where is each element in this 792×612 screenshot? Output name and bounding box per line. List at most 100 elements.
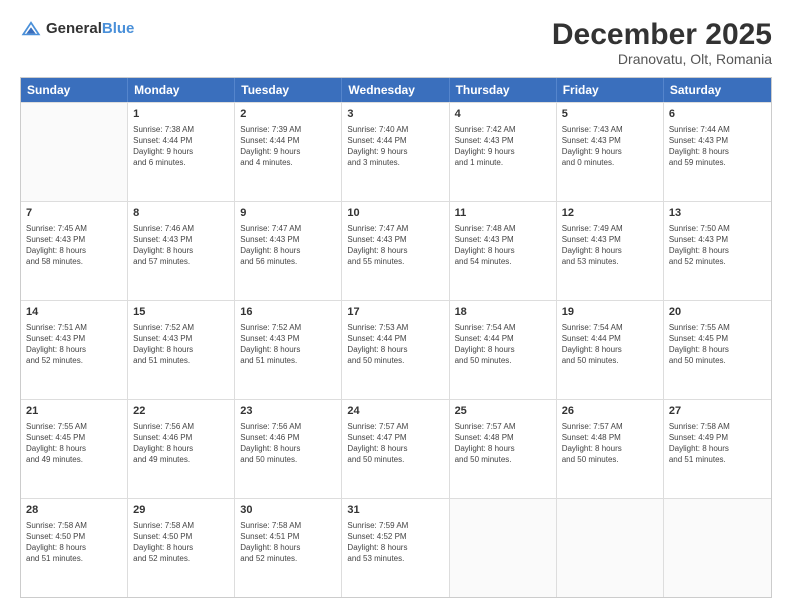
- calendar-cell: 10 Sunrise: 7:47 AM Sunset: 4:43 PM Dayli…: [342, 202, 449, 300]
- calendar-cell: 1 Sunrise: 7:38 AM Sunset: 4:44 PM Daylig…: [128, 103, 235, 201]
- logo-icon: [20, 18, 42, 40]
- cell-info: Sunrise: 7:58 AM Sunset: 4:50 PM Dayligh…: [26, 520, 122, 565]
- calendar-cell: 13 Sunrise: 7:50 AM Sunset: 4:43 PM Dayli…: [664, 202, 771, 300]
- cell-info: Sunrise: 7:58 AM Sunset: 4:51 PM Dayligh…: [240, 520, 336, 565]
- calendar-cell: 19 Sunrise: 7:54 AM Sunset: 4:44 PM Dayli…: [557, 301, 664, 399]
- day-number: 30: [240, 503, 336, 518]
- cell-info: Sunrise: 7:51 AM Sunset: 4:43 PM Dayligh…: [26, 322, 122, 367]
- title-block: December 2025 Dranovatu, Olt, Romania: [552, 18, 772, 67]
- header: General Blue December 2025 Dranovatu, Ol…: [20, 18, 772, 67]
- calendar-cell: 20 Sunrise: 7:55 AM Sunset: 4:45 PM Dayli…: [664, 301, 771, 399]
- day-number: 3: [347, 107, 443, 122]
- cell-info: Sunrise: 7:52 AM Sunset: 4:43 PM Dayligh…: [133, 322, 229, 367]
- calendar-row: 1 Sunrise: 7:38 AM Sunset: 4:44 PM Daylig…: [21, 102, 771, 201]
- calendar-cell: 27Sunrise: 7:58 AM Sunset: 4:49 PM Dayli…: [664, 400, 771, 498]
- cell-info: Sunrise: 7:58 AM Sunset: 4:50 PM Dayligh…: [133, 520, 229, 565]
- day-number: 29: [133, 503, 229, 518]
- calendar-cell: 14 Sunrise: 7:51 AM Sunset: 4:43 PM Dayli…: [21, 301, 128, 399]
- calendar-cell: 15 Sunrise: 7:52 AM Sunset: 4:43 PM Dayli…: [128, 301, 235, 399]
- day-number: 15: [133, 305, 229, 320]
- calendar-cell: 29 Sunrise: 7:58 AM Sunset: 4:50 PM Dayli…: [128, 499, 235, 597]
- cell-info: Sunrise: 7:59 AM Sunset: 4:52 PM Dayligh…: [347, 520, 443, 565]
- weekday-header: Saturday: [664, 78, 771, 102]
- calendar-cell: 18 Sunrise: 7:54 AM Sunset: 4:44 PM Dayli…: [450, 301, 557, 399]
- cell-info: Sunrise: 7:55 AM Sunset: 4:45 PM Dayligh…: [669, 322, 766, 367]
- calendar-title: December 2025: [552, 18, 772, 51]
- weekday-header: Monday: [128, 78, 235, 102]
- calendar-cell: 9Sunrise: 7:47 AM Sunset: 4:43 PM Daylig…: [235, 202, 342, 300]
- calendar-cell: [664, 499, 771, 597]
- cell-info: Sunrise: 7:47 AM Sunset: 4:43 PM Dayligh…: [240, 223, 336, 268]
- day-number: 24: [347, 404, 443, 419]
- weekday-header: Tuesday: [235, 78, 342, 102]
- day-number: 20: [669, 305, 766, 320]
- cell-info: Sunrise: 7:44 AM Sunset: 4:43 PM Dayligh…: [669, 124, 766, 169]
- calendar-cell: [450, 499, 557, 597]
- calendar-cell: 21 Sunrise: 7:55 AM Sunset: 4:45 PM Dayli…: [21, 400, 128, 498]
- day-number: 21: [26, 404, 122, 419]
- calendar-cell: 16Sunrise: 7:52 AM Sunset: 4:43 PM Dayli…: [235, 301, 342, 399]
- calendar-cell: 2Sunrise: 7:39 AM Sunset: 4:44 PM Daylig…: [235, 103, 342, 201]
- day-number: 18: [455, 305, 551, 320]
- calendar-cell: 28 Sunrise: 7:58 AM Sunset: 4:50 PM Dayli…: [21, 499, 128, 597]
- weekday-header: Friday: [557, 78, 664, 102]
- calendar-cell: 25Sunrise: 7:57 AM Sunset: 4:48 PM Dayli…: [450, 400, 557, 498]
- logo-blue: Blue: [102, 21, 135, 38]
- calendar-cell: 22Sunrise: 7:56 AM Sunset: 4:46 PM Dayli…: [128, 400, 235, 498]
- day-number: 27: [669, 404, 766, 419]
- calendar-cell: [21, 103, 128, 201]
- cell-info: Sunrise: 7:54 AM Sunset: 4:44 PM Dayligh…: [562, 322, 658, 367]
- cell-info: Sunrise: 7:53 AM Sunset: 4:44 PM Dayligh…: [347, 322, 443, 367]
- day-number: 31: [347, 503, 443, 518]
- page: General Blue December 2025 Dranovatu, Ol…: [0, 0, 792, 612]
- calendar-row: 7 Sunrise: 7:45 AM Sunset: 4:43 PM Daylig…: [21, 201, 771, 300]
- calendar-cell: 6Sunrise: 7:44 AM Sunset: 4:43 PM Daylig…: [664, 103, 771, 201]
- calendar-row: 14 Sunrise: 7:51 AM Sunset: 4:43 PM Dayli…: [21, 300, 771, 399]
- cell-info: Sunrise: 7:40 AM Sunset: 4:44 PM Dayligh…: [347, 124, 443, 169]
- cell-info: Sunrise: 7:57 AM Sunset: 4:48 PM Dayligh…: [562, 421, 658, 466]
- calendar-cell: 3 Sunrise: 7:40 AM Sunset: 4:44 PM Daylig…: [342, 103, 449, 201]
- day-number: 28: [26, 503, 122, 518]
- day-number: 19: [562, 305, 658, 320]
- day-number: 14: [26, 305, 122, 320]
- day-number: 13: [669, 206, 766, 221]
- day-number: 26: [562, 404, 658, 419]
- cell-info: Sunrise: 7:49 AM Sunset: 4:43 PM Dayligh…: [562, 223, 658, 268]
- calendar-cell: 23Sunrise: 7:56 AM Sunset: 4:46 PM Dayli…: [235, 400, 342, 498]
- calendar-cell: [557, 499, 664, 597]
- calendar: SundayMondayTuesdayWednesdayThursdayFrid…: [20, 77, 772, 598]
- cell-info: Sunrise: 7:54 AM Sunset: 4:44 PM Dayligh…: [455, 322, 551, 367]
- calendar-cell: 30 Sunrise: 7:58 AM Sunset: 4:51 PM Dayli…: [235, 499, 342, 597]
- cell-info: Sunrise: 7:55 AM Sunset: 4:45 PM Dayligh…: [26, 421, 122, 466]
- weekday-header: Thursday: [450, 78, 557, 102]
- cell-info: Sunrise: 7:38 AM Sunset: 4:44 PM Dayligh…: [133, 124, 229, 169]
- calendar-header: SundayMondayTuesdayWednesdayThursdayFrid…: [21, 78, 771, 102]
- day-number: 2: [240, 107, 336, 122]
- day-number: 11: [455, 206, 551, 221]
- cell-info: Sunrise: 7:45 AM Sunset: 4:43 PM Dayligh…: [26, 223, 122, 268]
- day-number: 10: [347, 206, 443, 221]
- calendar-row: 21 Sunrise: 7:55 AM Sunset: 4:45 PM Dayli…: [21, 399, 771, 498]
- day-number: 17: [347, 305, 443, 320]
- calendar-cell: 5 Sunrise: 7:43 AM Sunset: 4:43 PM Daylig…: [557, 103, 664, 201]
- calendar-cell: 26 Sunrise: 7:57 AM Sunset: 4:48 PM Dayli…: [557, 400, 664, 498]
- calendar-subtitle: Dranovatu, Olt, Romania: [552, 51, 772, 67]
- cell-info: Sunrise: 7:43 AM Sunset: 4:43 PM Dayligh…: [562, 124, 658, 169]
- calendar-row: 28 Sunrise: 7:58 AM Sunset: 4:50 PM Dayli…: [21, 498, 771, 597]
- cell-info: Sunrise: 7:50 AM Sunset: 4:43 PM Dayligh…: [669, 223, 766, 268]
- day-number: 23: [240, 404, 336, 419]
- calendar-cell: 7 Sunrise: 7:45 AM Sunset: 4:43 PM Daylig…: [21, 202, 128, 300]
- day-number: 25: [455, 404, 551, 419]
- weekday-header: Sunday: [21, 78, 128, 102]
- day-number: 1: [133, 107, 229, 122]
- cell-info: Sunrise: 7:56 AM Sunset: 4:46 PM Dayligh…: [133, 421, 229, 466]
- day-number: 5: [562, 107, 658, 122]
- cell-info: Sunrise: 7:47 AM Sunset: 4:43 PM Dayligh…: [347, 223, 443, 268]
- calendar-cell: 11Sunrise: 7:48 AM Sunset: 4:43 PM Dayli…: [450, 202, 557, 300]
- logo: General Blue: [20, 18, 134, 40]
- calendar-cell: 17 Sunrise: 7:53 AM Sunset: 4:44 PM Dayli…: [342, 301, 449, 399]
- logo-text: General Blue: [46, 21, 134, 38]
- day-number: 7: [26, 206, 122, 221]
- day-number: 16: [240, 305, 336, 320]
- calendar-cell: 24Sunrise: 7:57 AM Sunset: 4:47 PM Dayli…: [342, 400, 449, 498]
